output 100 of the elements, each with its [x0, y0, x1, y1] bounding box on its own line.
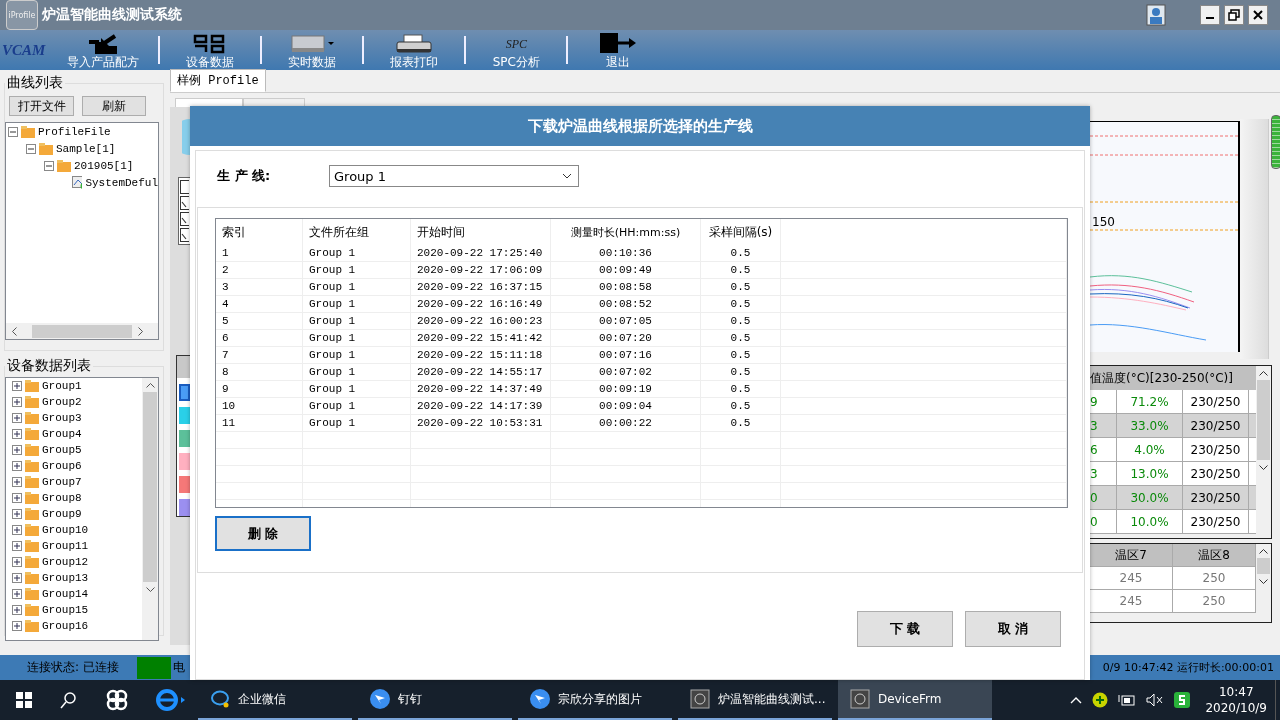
profile-icon	[71, 176, 83, 190]
expand-icon[interactable]	[12, 445, 22, 455]
toolbar-button[interactable]: 导入产品配方	[48, 30, 159, 70]
table-cell: Group 1	[303, 381, 411, 397]
search-icon[interactable]	[60, 691, 78, 709]
profile-tab[interactable]: 样例 Profile	[170, 69, 266, 92]
checkbox[interactable]	[180, 228, 189, 242]
collapse-icon[interactable]	[26, 144, 36, 154]
plus-circle-icon[interactable]	[1092, 692, 1109, 708]
tree-item[interactable]: Sample[1]	[56, 143, 116, 155]
color-swatch[interactable]	[179, 453, 190, 470]
restore-button[interactable]	[1224, 5, 1244, 25]
toolbar-button[interactable]: 刷新	[82, 96, 146, 116]
table-cell: 0.5	[701, 296, 781, 312]
tree-item[interactable]: 201905[1]	[74, 160, 134, 172]
production-line-dropdown[interactable]: Group 1	[329, 165, 579, 187]
toolbar-button[interactable]: SPC SPC分析	[466, 30, 567, 70]
toolbar-button[interactable]: 报表打印	[364, 30, 465, 70]
color-swatch[interactable]	[179, 430, 190, 447]
tree-item[interactable]: Group8	[42, 492, 82, 504]
toolbar-button[interactable]: 打开文件	[9, 96, 74, 116]
expand-icon[interactable]	[12, 477, 22, 487]
chevron-up-icon[interactable]	[1070, 696, 1083, 704]
column-header[interactable]: 测量时长(HH:mm:ss)	[551, 219, 701, 245]
windows-start-icon[interactable]	[16, 692, 32, 708]
s-app-icon[interactable]	[1174, 692, 1191, 708]
user-icon[interactable]	[1146, 4, 1166, 26]
checkbox[interactable]	[180, 212, 189, 226]
scroll-down-icon[interactable]	[1259, 578, 1268, 584]
color-swatch[interactable]	[179, 476, 190, 493]
expand-icon[interactable]	[12, 413, 22, 423]
toolbar-button[interactable]: 设备数据	[160, 30, 261, 70]
expand-icon[interactable]	[12, 541, 22, 551]
checkbox[interactable]	[180, 196, 189, 210]
tree-item[interactable]: Group1	[42, 380, 82, 392]
tree-item[interactable]: Group6	[42, 460, 82, 472]
toolbar-button[interactable]: 退出	[568, 30, 669, 70]
battery-icon[interactable]	[1118, 693, 1137, 707]
expand-icon[interactable]	[12, 525, 22, 535]
expand-icon[interactable]	[12, 605, 22, 615]
tree-item[interactable]: Group9	[42, 508, 82, 520]
taskbar-app[interactable]: DeviceFrm	[838, 680, 992, 720]
expand-icon[interactable]	[12, 509, 22, 519]
vertical-scrollbar[interactable]	[142, 378, 158, 640]
minimize-button[interactable]	[1200, 5, 1220, 25]
expand-icon[interactable]	[12, 557, 22, 567]
expand-icon[interactable]	[12, 461, 22, 471]
dialog-button[interactable]: 下 载	[857, 611, 953, 647]
dialog-button[interactable]: 取 消	[965, 611, 1061, 647]
tree-item[interactable]: Group12	[42, 556, 89, 568]
column-header[interactable]: 采样间隔(s)	[701, 219, 781, 245]
table-cell: 0.5	[701, 313, 781, 329]
table-cell: 0.5	[701, 381, 781, 397]
system-clock[interactable]: 10:47 2020/10/9	[1205, 684, 1267, 716]
delete-button[interactable]: 删 除	[215, 516, 311, 551]
scroll-up-icon[interactable]	[1259, 370, 1268, 376]
pinwheel-icon[interactable]	[106, 689, 128, 711]
tab[interactable]	[175, 98, 243, 107]
tree-item[interactable]: Group7	[42, 476, 82, 488]
tree-item[interactable]: Group3	[42, 412, 82, 424]
tree-item[interactable]: Group2	[42, 396, 82, 408]
table-cell: 00:07:05	[551, 313, 701, 329]
tree-item[interactable]: Group15	[42, 604, 89, 616]
scroll-left-icon[interactable]	[11, 326, 17, 336]
close-button[interactable]	[1248, 5, 1268, 25]
scroll-down-icon[interactable]	[1259, 464, 1268, 470]
horizontal-scrollbar[interactable]	[6, 323, 158, 339]
color-swatch[interactable]	[179, 384, 190, 401]
collapse-icon[interactable]	[44, 161, 54, 171]
browser-icon[interactable]	[156, 688, 186, 712]
color-swatch[interactable]	[179, 499, 190, 516]
scroll-up-icon[interactable]	[145, 382, 155, 388]
tree-item[interactable]: Group10	[42, 524, 89, 536]
toolbar-button[interactable]: 实时数据	[262, 30, 363, 70]
folder-icon	[25, 460, 39, 472]
tree-item[interactable]: ProfileFile	[38, 126, 111, 138]
scroll-up-icon[interactable]	[1259, 548, 1268, 554]
expand-icon[interactable]	[12, 381, 22, 391]
expand-icon[interactable]	[12, 621, 22, 631]
expand-icon[interactable]	[12, 493, 22, 503]
tree-item[interactable]: Group4	[42, 428, 82, 440]
column-header[interactable]: 文件所在组	[303, 219, 411, 245]
expand-icon[interactable]	[12, 397, 22, 407]
column-header[interactable]: 开始时间	[411, 219, 551, 245]
collapse-icon[interactable]	[8, 127, 18, 137]
column-header[interactable]: 索引	[216, 219, 303, 245]
tree-item[interactable]: Group13	[42, 572, 89, 584]
tree-item[interactable]: Group11	[42, 540, 89, 552]
expand-icon[interactable]	[12, 429, 22, 439]
scroll-right-icon[interactable]	[137, 326, 143, 336]
tree-item[interactable]: Group14	[42, 588, 89, 600]
tree-item[interactable]: SystemDeful	[85, 177, 158, 189]
tree-item[interactable]: Group16	[42, 620, 89, 632]
checkbox[interactable]	[180, 180, 189, 194]
tree-item[interactable]: Group5	[42, 444, 82, 456]
expand-icon[interactable]	[12, 589, 22, 599]
scroll-down-icon[interactable]	[145, 586, 155, 592]
muted-speaker-icon[interactable]	[1146, 693, 1165, 707]
color-swatch[interactable]	[179, 407, 190, 424]
expand-icon[interactable]	[12, 573, 22, 583]
